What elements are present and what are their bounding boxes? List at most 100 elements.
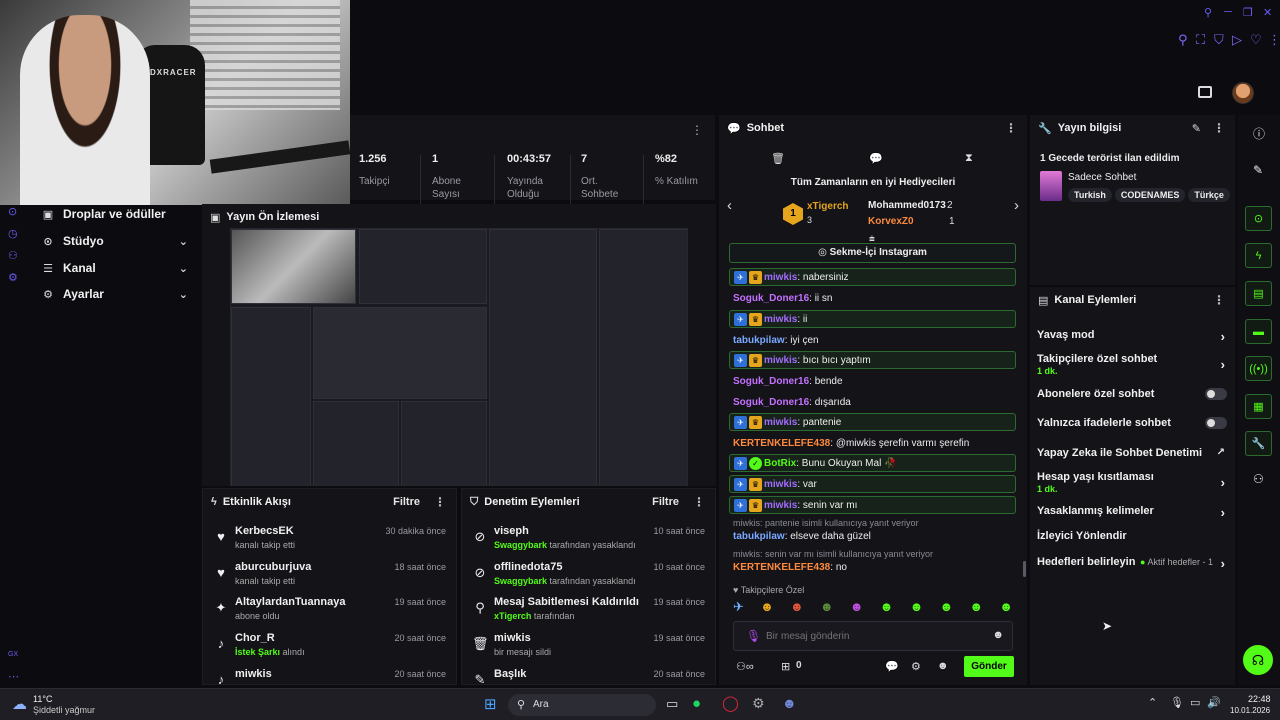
item-name[interactable]: AltaylardanTuannaya [235,596,345,608]
item-name[interactable]: Mesaj Sabitlemesi Kaldırıldı [494,596,639,608]
more-icon[interactable]: ⋮ [1213,293,1225,307]
rail-bolt-button[interactable]: ϟ [1245,243,1272,268]
filter-button[interactable]: Filtre [393,496,420,508]
category-thumbnail[interactable] [1040,171,1062,201]
more-icon[interactable]: ⋮ [1005,121,1017,135]
search-icon[interactable]: ⚲ [1204,6,1212,19]
support-button[interactable]: ☊ [1243,645,1273,675]
gear-icon[interactable]: ⚙ [911,660,921,673]
gift-icon[interactable]: ⊞ [781,660,790,673]
category-name[interactable]: Sadece Sohbet [1068,172,1136,183]
emote-icon[interactable]: ☻ [910,599,924,619]
heart-icon[interactable]: ♡ [1250,32,1262,48]
pin-icon[interactable]: ⚲ [1178,32,1188,48]
followers-only-row[interactable]: Takipçilere özel sohbet 1 dk. › [1037,353,1229,376]
chat-message[interactable]: ✈ ♛ miwkis: nabersiniz [729,268,1016,286]
more-icon[interactable]: ⋮ [1213,121,1225,135]
chat-message[interactable]: Soguk_Doner16: ii sn [729,289,1016,307]
rail-chat-button[interactable]: ▬ [1245,319,1272,344]
users-icon[interactable]: ⚇ [1253,472,1264,486]
discord-icon[interactable]: ☻ [782,695,797,711]
item-name[interactable]: KerbecsEK [235,525,294,537]
camera-icon[interactable] [1198,86,1212,98]
item-name[interactable]: miwkis [494,632,531,644]
app-icon[interactable]: ⚙ [752,695,765,712]
emote-icon[interactable]: ☻ [969,599,983,619]
chat-username[interactable]: miwkis [764,417,797,428]
chat-username[interactable]: BotRix [764,458,796,469]
chat-username[interactable]: KERTENKELEFE438 [733,438,830,449]
play-icon[interactable]: ▷ [1232,32,1242,48]
pinned-message[interactable]: ◎ Sekme-İçi Instagram [729,243,1016,263]
gifter-name[interactable]: Mohammed0173 [868,200,946,211]
tag[interactable]: Turkish [1068,188,1112,202]
chevron-up-icon[interactable]: ⌃ [1148,696,1157,709]
chat-bubble-icon[interactable]: 💬 [885,660,899,673]
rail-camera-button[interactable]: ⊙ [1245,206,1272,231]
menu-drops[interactable]: ▣ Droplar ve ödüller [40,204,190,224]
chevron-right-icon[interactable]: › [1014,197,1019,214]
emote-icon[interactable]: ☻ [790,599,804,619]
chat-message[interactable]: Soguk_Doner16: bende [729,372,1016,390]
pencil-icon[interactable]: ✎ [1253,163,1263,177]
chat-message[interactable]: ✈ ✓ BotRix: Bunu Okuyan Mal 🥀 [729,454,1016,472]
chat-username[interactable]: Soguk_Doner16 [733,376,809,387]
chat-username[interactable]: miwkis [764,355,797,366]
spotify-icon[interactable]: ● [692,695,701,712]
emote-icon[interactable]: ✈ [733,599,744,619]
emote-icon[interactable]: ☻ [820,599,834,619]
rail-wrench-button[interactable]: 🔧 [1245,431,1272,456]
chat-username[interactable]: miwkis [764,314,797,325]
item-name[interactable]: Başlık [494,668,526,680]
more-icon[interactable]: ⋮ [691,123,703,137]
chevron-left-icon[interactable]: ‹ [727,197,732,214]
display-icon[interactable]: ▭ [1190,696,1200,709]
rail-icon-2[interactable]: ◷ [8,227,18,240]
chat-username[interactable]: miwkis [764,272,797,283]
mic-icon[interactable]: 🎙 [1170,696,1184,709]
chat-scrollbar[interactable] [1023,561,1026,577]
rail-gx-icon[interactable]: GX [8,651,18,658]
avatar[interactable] [1232,82,1254,104]
taskbar-search[interactable]: ⚲ Ara [508,694,656,716]
trash-icon[interactable]: 🗑 [771,152,785,165]
rail-layout-button[interactable]: ▦ [1245,394,1272,419]
chat-username[interactable]: Soguk_Doner16 [733,293,809,304]
emote-menu-icon[interactable]: ☻ [937,660,949,672]
chat-message[interactable]: ✈ ♛ miwkis: senin var mı [729,496,1016,514]
chat-username[interactable]: tabukpilaw [733,335,785,346]
volume-icon[interactable]: 🔊 [1207,696,1221,709]
chat-message[interactable]: tabukpilaw: iyi çen [729,331,1016,349]
task-view-icon[interactable]: ▭ [666,696,678,712]
item-name[interactable]: Chor_R [235,632,275,644]
more-icon[interactable]: ⋮ [1268,32,1280,48]
account-age-row[interactable]: Hesap yaşı kısıtlaması 1 dk. › [1037,471,1229,494]
chat-message[interactable]: tabukpilaw: elseve daha güzel [729,527,1016,545]
shield-icon[interactable]: ⛉ [1214,32,1224,48]
chat-username[interactable]: miwkis [764,479,797,490]
stream-preview-video[interactable] [230,228,688,486]
chat-username[interactable]: Soguk_Doner16 [733,397,809,408]
chat-message[interactable]: KERTENKELEFE438: no [729,558,1016,576]
users-icon[interactable]: ⚇∞ [736,660,754,673]
item-name[interactable]: miwkis [235,668,272,680]
redirect-row[interactable]: İzleyici Yönlendir [1037,530,1229,542]
ai-moderation-row[interactable]: Yapay Zeka ile Sohbet Denetimi ↗ [1037,447,1229,459]
crop-icon[interactable]: ⛶ [1196,32,1205,48]
emotes-only-toggle[interactable] [1205,417,1227,429]
menu-channel[interactable]: ☰ Kanal ⌄ [40,258,190,278]
clock-date[interactable]: 10.01.2026 [1230,706,1270,715]
gifter-name[interactable]: KorvexZ0 [868,216,914,227]
info-icon[interactable]: ⓘ [1253,125,1265,142]
clock-time[interactable]: 22:48 [1248,694,1271,704]
subs-only-toggle[interactable] [1205,388,1227,400]
chat-message[interactable]: ✈ ♛ miwkis: ii [729,310,1016,328]
chat-username[interactable]: miwkis [764,500,797,511]
edit-icon[interactable]: ✎ [1192,122,1201,135]
chat-username[interactable]: KERTENKELEFE438 [733,562,830,573]
rail-doc-button[interactable]: ▤ [1245,281,1272,306]
emote-icon[interactable]: ☻ [760,599,774,619]
chat-message[interactable]: Soguk_Doner16: dışarıda [729,393,1016,411]
item-name[interactable]: viseph [494,525,529,537]
slow-mode-row[interactable]: Yavaş mod › [1037,329,1229,344]
